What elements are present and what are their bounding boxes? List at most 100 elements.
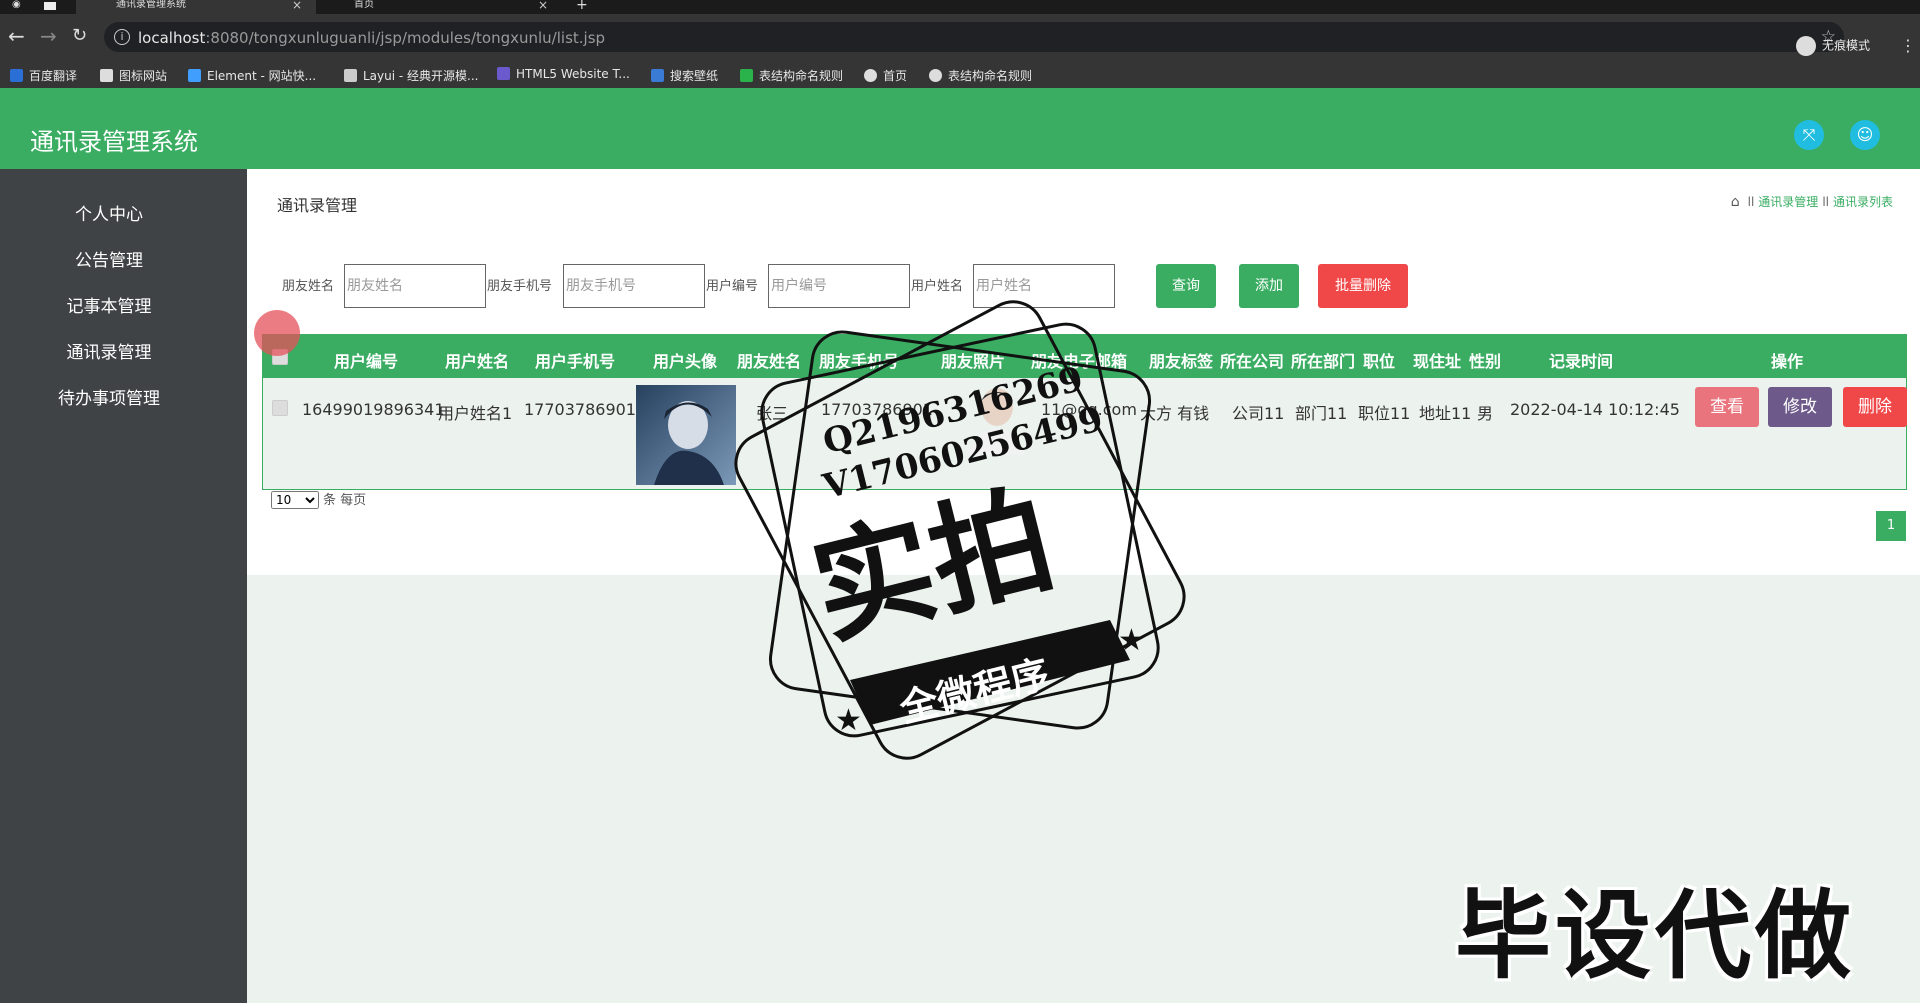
cell-user-name: 用户姓名1	[438, 404, 513, 423]
page-button[interactable]: 1	[1876, 511, 1906, 541]
user-name-input[interactable]	[973, 264, 1115, 308]
sidebar-item-personal-center[interactable]: 个人中心	[0, 200, 218, 225]
url-text: localhost:8080/tongxunluguanli/jsp/modul…	[138, 29, 606, 47]
column-header: 记录时间	[1549, 352, 1614, 371]
friend-name-label: 朋友姓名	[282, 279, 335, 294]
cell-user-no: 16499019896341	[302, 400, 445, 419]
bookmark-item[interactable]: 图标网站	[100, 67, 167, 84]
table-header: 用户编号 用户姓名 用户手机号 用户头像 朋友姓名 朋友手机号 朋友照片 朋友电…	[263, 335, 1906, 378]
globe-icon	[929, 69, 942, 82]
tab-home-title: 首页	[354, 0, 374, 10]
bookmarks-bar: 百度翻译 图标网站 Element - 网站快... Layui - 经典开源模…	[0, 62, 1920, 88]
column-header: 朋友手机号	[819, 352, 900, 371]
delete-button[interactable]: 删除	[1843, 387, 1907, 427]
tab-active[interactable]: 通讯录管理系统 ×	[76, 0, 316, 14]
column-header: 朋友照片	[941, 352, 1006, 371]
user-avatar	[636, 385, 736, 485]
cell-friend-name: 张三	[756, 404, 789, 423]
column-header: 用户编号	[334, 352, 399, 371]
column-header: 性别	[1469, 352, 1502, 371]
bookmark-item[interactable]: 表结构命名规则	[929, 67, 1032, 84]
sidebar-item-notebook[interactable]: 记事本管理	[0, 292, 218, 317]
sidebar-item-todo[interactable]: 待办事项管理	[0, 384, 218, 409]
column-header: 所在公司	[1220, 352, 1285, 371]
app-header: 通讯录管理系统 ⤧ ☺	[0, 88, 1920, 169]
row-checkbox[interactable]	[272, 400, 288, 416]
user-no-label: 用户编号	[706, 279, 759, 294]
query-button[interactable]: 查询	[1156, 264, 1216, 308]
cell-friend-tag: 大方 有钱	[1140, 404, 1210, 423]
sidebar: 个人中心 公告管理 记事本管理 通讯录管理 待办事项管理	[0, 169, 247, 1003]
tab-home[interactable]: 首页 ×	[330, 0, 550, 14]
column-header: 所在部门	[1291, 352, 1356, 371]
column-header: 用户姓名	[445, 352, 510, 371]
breadcrumb-item[interactable]: 通讯录管理	[1758, 195, 1818, 209]
breadcrumb: ⌂ ll 通讯录管理 ll 通讯录列表	[1730, 194, 1893, 210]
tab-strip-icon[interactable]	[44, 2, 56, 10]
bookmark-item[interactable]: 百度翻译	[10, 67, 77, 84]
page-size-control: 10 条 每页	[271, 489, 366, 509]
info-icon[interactable]: i	[114, 29, 130, 45]
globe-icon	[864, 69, 877, 82]
column-header: 现住址	[1413, 352, 1462, 371]
column-header: 朋友标签	[1149, 352, 1214, 371]
close-icon[interactable]: ×	[538, 0, 548, 11]
element-icon	[188, 69, 201, 82]
cell-position: 职位11	[1358, 404, 1411, 423]
edit-button[interactable]: 修改	[1768, 387, 1832, 427]
reload-icon[interactable]: ↻	[72, 26, 87, 46]
cell-friend-phone: 17703786901	[821, 400, 933, 419]
bookmark-item[interactable]: 表结构命名规则	[740, 67, 843, 84]
cursor-highlight	[254, 310, 300, 356]
column-header: 朋友姓名	[737, 352, 802, 371]
column-header: 用户头像	[653, 352, 718, 371]
column-header: 用户手机号	[535, 352, 616, 371]
wallpaper-icon	[651, 69, 664, 82]
new-tab-icon[interactable]: +	[576, 0, 588, 14]
app-title: 通讯录管理系统	[30, 128, 198, 156]
bookmark-item[interactable]: Layui - 经典开源模...	[344, 67, 478, 84]
column-header: 职位	[1363, 352, 1396, 371]
cell-company: 公司11	[1232, 404, 1285, 423]
cell-record-time: 2022-04-14 10:12:45	[1510, 400, 1680, 419]
browser-icon: ◉	[12, 0, 21, 10]
bookmark-item[interactable]: HTML5 Website T...	[497, 67, 630, 81]
view-button[interactable]: 查看	[1695, 387, 1759, 427]
forward-arrow-icon[interactable]: →	[40, 26, 57, 46]
page-size-select[interactable]: 10	[271, 491, 319, 509]
address-bar-row: ← → ↻ i localhost:8080/tongxunluguanli/j…	[0, 14, 1920, 62]
friend-phone-input[interactable]	[563, 264, 705, 308]
cell-department: 部门11	[1295, 404, 1348, 423]
sidebar-item-contacts[interactable]: 通讯录管理	[0, 338, 218, 363]
sidebar-item-announcement[interactable]: 公告管理	[0, 246, 218, 271]
layui-icon	[344, 69, 357, 82]
url-field[interactable]: i localhost:8080/tongxunluguanli/jsp/mod…	[104, 22, 1844, 52]
page-size-suffix: 条 每页	[323, 493, 367, 508]
incognito-icon	[1796, 36, 1816, 56]
user-name-label: 用户姓名	[911, 279, 964, 294]
translate-icon	[10, 69, 23, 82]
add-button[interactable]: 添加	[1239, 264, 1299, 308]
column-header: 操作	[1771, 352, 1804, 371]
bottom-watermark: 毕设代做	[1455, 880, 1855, 992]
back-arrow-icon[interactable]: ←	[8, 26, 25, 46]
cell-user-phone: 17703786901	[524, 400, 636, 419]
breadcrumb-item: 通讯录列表	[1832, 195, 1893, 209]
table-icon	[740, 69, 753, 82]
browser-menu-icon[interactable]: ⋮	[1900, 38, 1916, 54]
user-icon[interactable]: ☺	[1850, 120, 1880, 150]
batch-delete-button[interactable]: 批量删除	[1318, 264, 1408, 308]
user-no-input[interactable]	[768, 264, 910, 308]
fullscreen-icon[interactable]: ⤧	[1794, 120, 1824, 150]
bookmark-item[interactable]: 搜索壁纸	[651, 67, 718, 84]
page-title: 通讯录管理	[277, 196, 358, 215]
bookmark-item[interactable]: 首页	[864, 67, 907, 84]
close-icon[interactable]: ×	[292, 0, 302, 11]
incognito-indicator[interactable]: 无痕模式	[1796, 36, 1870, 56]
home-icon[interactable]: ⌂	[1731, 194, 1740, 210]
friend-name-input[interactable]	[344, 264, 486, 308]
html5-icon	[497, 67, 510, 80]
browser-tab-bar: ◉ 通讯录管理系统 × 首页 × +	[0, 0, 1920, 14]
bookmark-item[interactable]: Element - 网站快...	[188, 67, 316, 84]
cell-address: 地址11	[1419, 404, 1472, 423]
